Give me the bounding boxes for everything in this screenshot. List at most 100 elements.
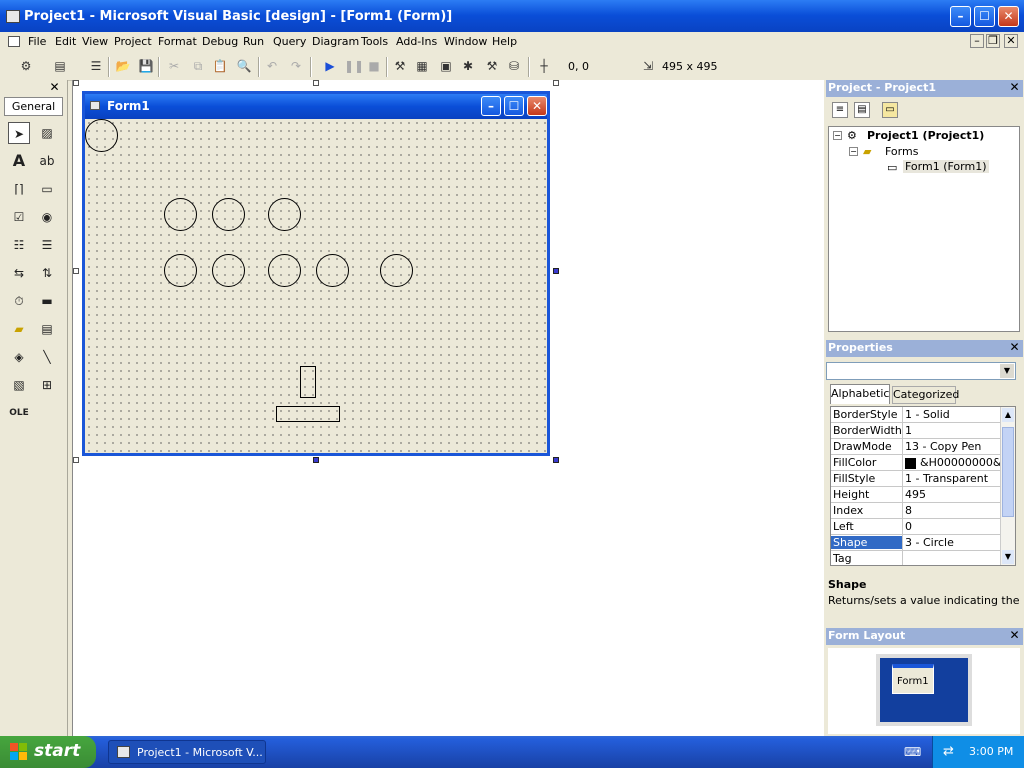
tab-categorized[interactable]: Categorized bbox=[892, 386, 959, 404]
chevron-down-icon[interactable]: ▼ bbox=[1000, 364, 1014, 378]
picturebox-tool-icon[interactable]: ▨ bbox=[36, 122, 58, 144]
shape-circle[interactable] bbox=[164, 198, 197, 231]
paste-icon[interactable]: 📋 bbox=[212, 58, 228, 74]
toolbox-icon[interactable]: ⚒ bbox=[484, 58, 500, 74]
clock[interactable]: 3:00 PM bbox=[969, 745, 1013, 758]
shape-rectangle-vertical[interactable] bbox=[300, 366, 316, 398]
copy-icon[interactable]: ⧉ bbox=[190, 58, 206, 74]
property-row[interactable]: Index 8 bbox=[831, 503, 1015, 519]
end-icon[interactable]: ■ bbox=[366, 58, 382, 74]
cut-icon[interactable]: ✂ bbox=[166, 58, 182, 74]
shape-circle[interactable] bbox=[85, 119, 118, 152]
shape-circle[interactable] bbox=[380, 254, 413, 287]
form-maximize-button[interactable]: ☐ bbox=[504, 96, 524, 116]
form-doc-icon[interactable] bbox=[8, 36, 20, 47]
form-resize-handle[interactable] bbox=[313, 457, 319, 463]
menu-window[interactable]: Window bbox=[444, 35, 487, 48]
add-project-icon[interactable]: ⚙ bbox=[18, 58, 34, 74]
vscrollbar-tool-icon[interactable]: ⇅ bbox=[36, 262, 58, 284]
shape-circle[interactable] bbox=[268, 198, 301, 231]
property-row[interactable]: DrawMode 13 - Copy Pen bbox=[831, 439, 1015, 455]
shape-circle[interactable] bbox=[164, 254, 197, 287]
menu-debug[interactable]: Debug bbox=[202, 35, 238, 48]
menu-query[interactable]: Query bbox=[273, 35, 306, 48]
scroll-down-icon[interactable]: ▼ bbox=[1002, 550, 1014, 564]
properties-close-button[interactable]: ✕ bbox=[1008, 341, 1021, 354]
listbox-tool-icon[interactable]: ☰ bbox=[36, 234, 58, 256]
maximize-button[interactable]: ☐ bbox=[974, 6, 995, 27]
property-row-selected[interactable]: Shape 3 - Circle bbox=[831, 535, 1015, 551]
menu-tools[interactable]: Tools bbox=[361, 35, 388, 48]
start-button[interactable]: start bbox=[0, 736, 96, 768]
property-row[interactable]: Left 0 bbox=[831, 519, 1015, 535]
menu-help[interactable]: Help bbox=[492, 35, 517, 48]
timer-tool-icon[interactable]: ⏱ bbox=[8, 290, 30, 312]
menu-run[interactable]: Run bbox=[243, 35, 264, 48]
save-project-icon[interactable]: 💾 bbox=[138, 58, 154, 74]
menu-add-ins[interactable]: Add-Ins bbox=[396, 35, 437, 48]
scrollbar-thumb[interactable] bbox=[1002, 427, 1014, 517]
shape-circle[interactable] bbox=[268, 254, 301, 287]
window-titlebar[interactable]: Project1 - Microsoft Visual Basic [desig… bbox=[0, 0, 1024, 34]
form-layout-close-button[interactable]: ✕ bbox=[1008, 629, 1021, 642]
line-tool-icon[interactable]: ╲ bbox=[36, 346, 58, 368]
tree-node-project[interactable]: Project1 (Project1) bbox=[867, 129, 984, 142]
combobox-tool-icon[interactable]: ☷ bbox=[8, 234, 30, 256]
menu-project[interactable]: Project bbox=[114, 35, 152, 48]
image-tool-icon[interactable]: ▧ bbox=[8, 374, 30, 396]
shape-tool-icon[interactable]: ◈ bbox=[8, 346, 30, 368]
label-tool-icon[interactable]: A bbox=[8, 150, 30, 172]
data-tool-icon[interactable]: ⊞ bbox=[36, 374, 58, 396]
view-object-icon[interactable]: ▤ bbox=[854, 102, 870, 118]
project-explorer-close-button[interactable]: ✕ bbox=[1008, 81, 1021, 94]
break-icon[interactable]: ❚❚ bbox=[344, 58, 364, 74]
toolbox-tab-general[interactable]: General bbox=[4, 97, 63, 116]
shape-circle[interactable] bbox=[212, 254, 245, 287]
mdi-close-button[interactable]: ✕ bbox=[1004, 34, 1018, 48]
tree-node-forms[interactable]: Forms bbox=[885, 145, 918, 158]
toggle-folders-icon[interactable]: ▭ bbox=[882, 102, 898, 118]
form-resize-handle[interactable] bbox=[553, 80, 559, 86]
shape-rectangle-horizontal[interactable] bbox=[276, 406, 340, 422]
properties-scrollbar[interactable]: ▲ ▼ bbox=[1000, 407, 1015, 565]
form-minimize-button[interactable]: – bbox=[481, 96, 501, 116]
optionbutton-tool-icon[interactable]: ◉ bbox=[36, 206, 58, 228]
form-titlebar[interactable]: Form1 – ☐ ✕ bbox=[85, 94, 547, 119]
menu-edit[interactable]: Edit bbox=[55, 35, 76, 48]
property-row[interactable]: BorderWidth 1 bbox=[831, 423, 1015, 439]
mdi-minimize-button[interactable]: – bbox=[970, 34, 984, 48]
menu-diagram[interactable]: Diagram bbox=[312, 35, 359, 48]
hscrollbar-tool-icon[interactable]: ⇆ bbox=[8, 262, 30, 284]
tab-alphabetic[interactable]: Alphabetic bbox=[830, 384, 890, 404]
menu-format[interactable]: Format bbox=[158, 35, 197, 48]
textbox-tool-icon[interactable]: ab bbox=[36, 150, 58, 172]
toolbox-close-button[interactable]: ✕ bbox=[48, 81, 61, 94]
taskbar-item-vb[interactable]: Project1 - Microsoft V... bbox=[108, 740, 266, 764]
form-close-button[interactable]: ✕ bbox=[527, 96, 547, 116]
tree-node-form1[interactable]: Form1 (Form1) bbox=[903, 160, 989, 173]
form-layout-icon[interactable]: ▣ bbox=[438, 58, 454, 74]
tree-collapse-icon[interactable]: − bbox=[849, 147, 858, 156]
dirlistbox-tool-icon[interactable]: ▰ bbox=[8, 318, 30, 340]
ole-tool-icon[interactable]: OLE bbox=[8, 402, 30, 424]
pointer-tool-icon[interactable]: ➤ bbox=[8, 122, 30, 144]
shape-circle[interactable] bbox=[316, 254, 349, 287]
start-icon[interactable]: ▶ bbox=[322, 58, 338, 74]
commandbutton-tool-icon[interactable]: ▭ bbox=[36, 178, 58, 200]
scroll-up-icon[interactable]: ▲ bbox=[1002, 408, 1014, 422]
form-resize-handle[interactable] bbox=[313, 80, 319, 86]
property-row[interactable]: FillColor &H00000000& bbox=[831, 455, 1015, 471]
property-row[interactable]: Tag bbox=[831, 551, 1015, 565]
project-explorer-icon[interactable]: ⚒ bbox=[392, 58, 408, 74]
view-code-icon[interactable]: ≡ bbox=[832, 102, 848, 118]
redo-icon[interactable]: ↷ bbox=[288, 58, 304, 74]
close-button[interactable]: ✕ bbox=[998, 6, 1019, 27]
object-browser-icon[interactable]: ✱ bbox=[460, 58, 476, 74]
checkbox-tool-icon[interactable]: ☑ bbox=[8, 206, 30, 228]
find-icon[interactable]: 🔍 bbox=[236, 58, 252, 74]
data-view-icon[interactable]: ⛁ bbox=[506, 58, 522, 74]
form-resize-handle[interactable] bbox=[73, 457, 79, 463]
open-project-icon[interactable]: 📂 bbox=[115, 58, 131, 74]
tree-collapse-icon[interactable]: − bbox=[833, 131, 842, 140]
mdi-restore-button[interactable]: ❐ bbox=[986, 34, 1000, 48]
